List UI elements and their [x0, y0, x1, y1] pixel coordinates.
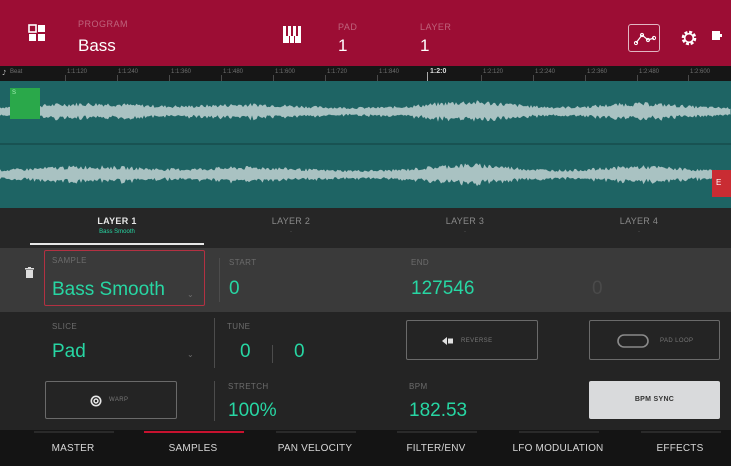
- tune-label: TUNE: [227, 322, 251, 331]
- reverse-button[interactable]: REVERSE: [406, 320, 538, 360]
- reverse-icon: [442, 337, 453, 345]
- keyboard-icon[interactable]: [283, 26, 301, 43]
- page-dots: [186, 458, 198, 466]
- bpm-value[interactable]: 182.53: [409, 400, 467, 422]
- ruler-label: 1:2:480: [639, 69, 660, 75]
- ruler-label: 1:1:120: [67, 69, 88, 75]
- battery-icon: [712, 31, 722, 40]
- ruler-label: 1:1:840: [379, 69, 400, 75]
- bottom-tabs: MASTER SAMPLES PAN VELOCITY FILTER/ENV L…: [0, 430, 731, 466]
- ruler-label: 1:1:720: [327, 69, 348, 75]
- waveform: [0, 100, 731, 187]
- layer-tabs: LAYER 1 Bass Smooth LAYER 2 - LAYER 3 - …: [0, 208, 731, 248]
- sample-end-marker[interactable]: E: [712, 170, 731, 197]
- ruler-label: 1:2:600: [690, 69, 711, 75]
- sample-value[interactable]: Bass Smooth: [52, 279, 165, 301]
- end-label: END: [411, 258, 430, 267]
- ruler-label: 1:1:360: [171, 69, 192, 75]
- ruler-label: 1:2:120: [483, 69, 504, 75]
- trash-icon[interactable]: [25, 267, 34, 278]
- sample-label: SAMPLE: [52, 256, 87, 265]
- envelope-icon: [633, 32, 657, 46]
- ruler-label: 1:2:240: [535, 69, 556, 75]
- sample-start-marker[interactable]: S: [10, 88, 40, 119]
- envelope-view-button[interactable]: [628, 24, 660, 52]
- bpm-label: BPM: [409, 382, 428, 391]
- loop-value[interactable]: 0: [592, 278, 603, 300]
- divider: [214, 381, 215, 421]
- ruler-beat-label: Beat: [10, 69, 23, 75]
- layer-value[interactable]: 1: [420, 36, 429, 56]
- slice-value[interactable]: Pad: [52, 341, 86, 363]
- slice-label: SLICE: [52, 322, 78, 331]
- divider: [219, 258, 220, 302]
- tab-pan-velocity[interactable]: PAN VELOCITY: [254, 430, 376, 466]
- start-label: START: [229, 258, 257, 267]
- layer-label: LAYER: [420, 22, 452, 32]
- tab-effects[interactable]: EFFECTS: [619, 430, 731, 466]
- gear-icon[interactable]: [679, 28, 699, 48]
- tab-samples[interactable]: SAMPLES: [132, 430, 254, 466]
- pad-loop-button[interactable]: PAD LOOP: [589, 320, 720, 360]
- waveform-display[interactable]: S E: [0, 81, 731, 208]
- program-name[interactable]: Bass: [78, 36, 116, 56]
- program-label: PROGRAM: [78, 19, 129, 29]
- stretch-value[interactable]: 100%: [228, 400, 277, 422]
- program-header: PROGRAM Bass PAD 1 LAYER 1: [0, 0, 731, 66]
- pad-label: PAD: [338, 22, 358, 32]
- end-value[interactable]: 127546: [411, 278, 474, 300]
- grid-icon[interactable]: [28, 24, 46, 42]
- layer-tab-4[interactable]: LAYER 4 -: [552, 208, 726, 248]
- tune-fine-value[interactable]: 0: [294, 341, 305, 363]
- divider: [214, 318, 215, 368]
- chevron-down-icon: ⌄: [187, 290, 194, 299]
- tab-master[interactable]: MASTER: [12, 430, 134, 466]
- warp-icon: [90, 395, 102, 407]
- ruler-label: 1:1:480: [223, 69, 244, 75]
- bpm-sync-button[interactable]: BPM SYNC: [589, 381, 720, 419]
- svg-text:♪: ♪: [2, 69, 6, 77]
- divider: [272, 345, 273, 363]
- stretch-label: STRETCH: [228, 382, 269, 391]
- tune-coarse-value[interactable]: 0: [240, 341, 251, 363]
- warp-button[interactable]: WARP: [45, 381, 177, 419]
- ruler-label: 1:2:360: [587, 69, 608, 75]
- ruler-label: 1:1:240: [118, 69, 139, 75]
- loop-icon: [617, 334, 649, 348]
- tab-filter-env[interactable]: FILTER/ENV: [375, 430, 497, 466]
- layer-tab-3[interactable]: LAYER 3 -: [378, 208, 552, 248]
- timeline-ruler[interactable]: ♪ Beat 1:1:120 1:1:240 1:1:360 1:1:480 1…: [0, 66, 731, 81]
- pad-value[interactable]: 1: [338, 36, 347, 56]
- tab-lfo-modulation[interactable]: LFO MODULATION: [497, 430, 619, 466]
- layer-tab-2[interactable]: LAYER 2 -: [204, 208, 378, 248]
- ruler-label: 1:1:600: [275, 69, 296, 75]
- ruler-label-current: 1:2:0: [430, 68, 447, 75]
- chevron-down-icon: ⌄: [187, 350, 194, 359]
- layer-tab-1[interactable]: LAYER 1 Bass Smooth: [30, 208, 204, 248]
- start-value[interactable]: 0: [229, 278, 240, 300]
